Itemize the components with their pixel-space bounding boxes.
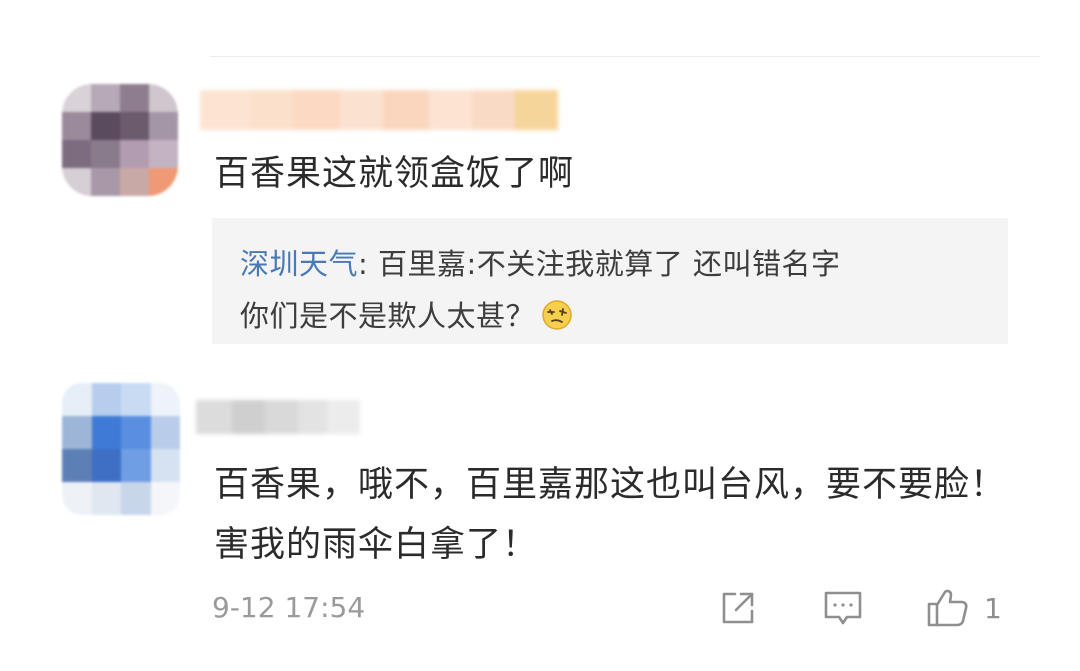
like-button[interactable]: 1	[926, 585, 1002, 631]
quote-text-line-2: 你们是不是欺人太甚？	[240, 299, 536, 333]
quote-username-link[interactable]: 深圳天气	[240, 247, 358, 281]
quote-separator: :	[358, 247, 379, 281]
username-blurred[interactable]	[200, 90, 558, 130]
share-button[interactable]	[718, 585, 758, 631]
share-icon	[718, 588, 758, 628]
comment-text: 百香果，哦不，百里嘉那这也叫台风，要不要脸！害我的雨伞白拿了！	[214, 465, 1007, 565]
quote-text-line-1: 百里嘉:不关注我就算了 还叫错名字	[378, 247, 841, 281]
comment-thread: 百香果这就领盒饭了啊 深圳天气: 百里嘉:不关注我就算了 还叫错名字 你们是不是…	[0, 0, 1080, 671]
comment-button[interactable]	[822, 585, 864, 631]
dizzy-face-emoji-icon	[541, 299, 573, 331]
comment-icon	[822, 587, 864, 629]
like-count: 1	[984, 591, 1002, 625]
avatar[interactable]	[62, 84, 178, 196]
comment-timestamp: 9-12 17:54	[212, 591, 366, 624]
comment-text: 百香果这就领盒饭了啊	[214, 154, 575, 194]
avatar[interactable]	[62, 383, 180, 515]
username-blurred[interactable]	[196, 400, 360, 434]
thumbs-up-icon	[926, 587, 970, 629]
quoted-reply[interactable]: 深圳天气: 百里嘉:不关注我就算了 还叫错名字 你们是不是欺人太甚？	[212, 218, 1008, 344]
divider	[210, 56, 1040, 57]
